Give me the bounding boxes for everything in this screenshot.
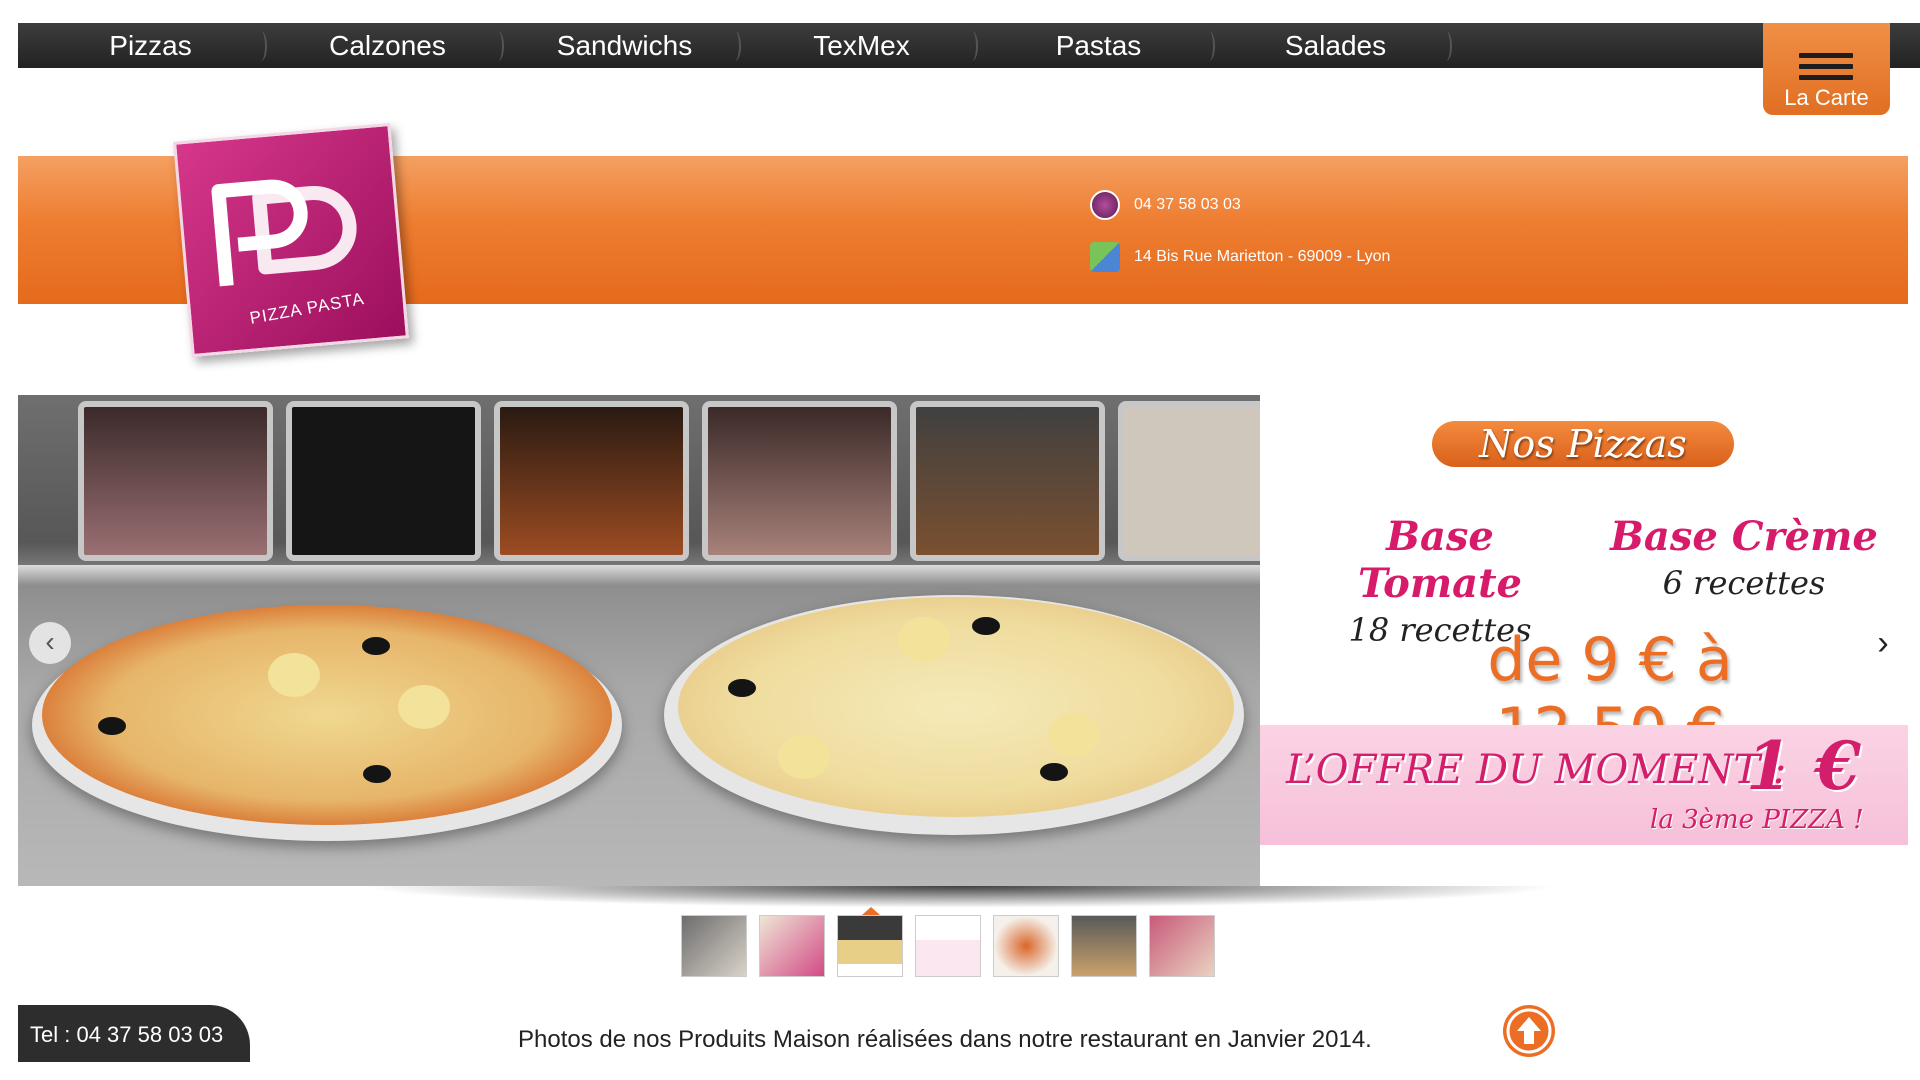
photo-caption: Photos de nos Produits Maison réalisées … bbox=[518, 1026, 1372, 1053]
nav-item-calzones[interactable]: Calzones bbox=[269, 23, 506, 68]
offer-label: L’OFFRE DU MOMENT : bbox=[1286, 747, 1787, 793]
promo-panel: Nos Pizzas Base Tomate 18 recettes Base … bbox=[1260, 395, 1908, 886]
nav-item-pastas[interactable]: Pastas bbox=[980, 23, 1217, 68]
base-title: Base Tomate bbox=[1357, 513, 1523, 607]
thumbnail-5[interactable] bbox=[993, 915, 1059, 977]
offer-banner: L’OFFRE DU MOMENT : 1 € la 3ème PIZZA ! bbox=[1260, 725, 1908, 845]
nav-item-texmex[interactable]: TexMex bbox=[743, 23, 980, 68]
arrow-up-icon bbox=[1506, 1008, 1552, 1054]
base-title: Base Crème bbox=[1610, 513, 1878, 560]
main-nav: Pizzas Calzones Sandwichs TexMex Pastas … bbox=[18, 23, 1920, 68]
thumbnail-2[interactable] bbox=[759, 915, 825, 977]
nav-item-sandwichs[interactable]: Sandwichs bbox=[506, 23, 743, 68]
logo[interactable]: PIZZA PASTA bbox=[173, 122, 409, 358]
offer-price: 1 € bbox=[1746, 727, 1861, 805]
slider-prev-button[interactable]: ‹ bbox=[29, 622, 71, 664]
header-address[interactable]: 14 Bis Rue Marietton - 69009 - Lyon bbox=[1134, 248, 1390, 265]
hamburger-icon bbox=[1799, 53, 1853, 81]
thumbnail-3[interactable] bbox=[837, 907, 903, 977]
nav-item-salades[interactable]: Salades bbox=[1217, 23, 1454, 68]
scroll-top-button[interactable] bbox=[1503, 1005, 1555, 1057]
logo-pp-mark bbox=[211, 179, 357, 287]
contact-address-row: 14 Bis Rue Marietton - 69009 - Lyon bbox=[1090, 240, 1390, 274]
base-creme: Base Crème 6 recettes bbox=[1604, 513, 1884, 602]
thumbnail-4[interactable] bbox=[915, 915, 981, 977]
footer-tel-tab[interactable]: Tel : 04 37 58 03 03 bbox=[18, 1005, 250, 1062]
map-icon bbox=[1090, 241, 1120, 272]
thumbnail-7[interactable] bbox=[1149, 915, 1215, 977]
nav-item-pizzas[interactable]: Pizzas bbox=[32, 23, 269, 68]
slider-shadow bbox=[360, 886, 1560, 908]
slider-next-button[interactable]: › bbox=[1868, 625, 1898, 661]
offer-detail: la 3ème PIZZA ! bbox=[1650, 805, 1864, 835]
la-carte-button[interactable]: La Carte bbox=[1763, 23, 1890, 115]
phone-icon bbox=[1090, 189, 1120, 220]
la-carte-label: La Carte bbox=[1784, 85, 1869, 110]
slide-photo-pizzas bbox=[18, 395, 1260, 886]
thumbnail-6[interactable] bbox=[1071, 915, 1137, 977]
promo-title: Nos Pizzas bbox=[1432, 421, 1734, 467]
contact-phone-row: 04 37 58 03 03 bbox=[1090, 188, 1241, 222]
header-phone[interactable]: 04 37 58 03 03 bbox=[1134, 196, 1241, 213]
thumbnail-1[interactable] bbox=[681, 915, 747, 977]
base-subtitle: 6 recettes bbox=[1662, 564, 1826, 602]
